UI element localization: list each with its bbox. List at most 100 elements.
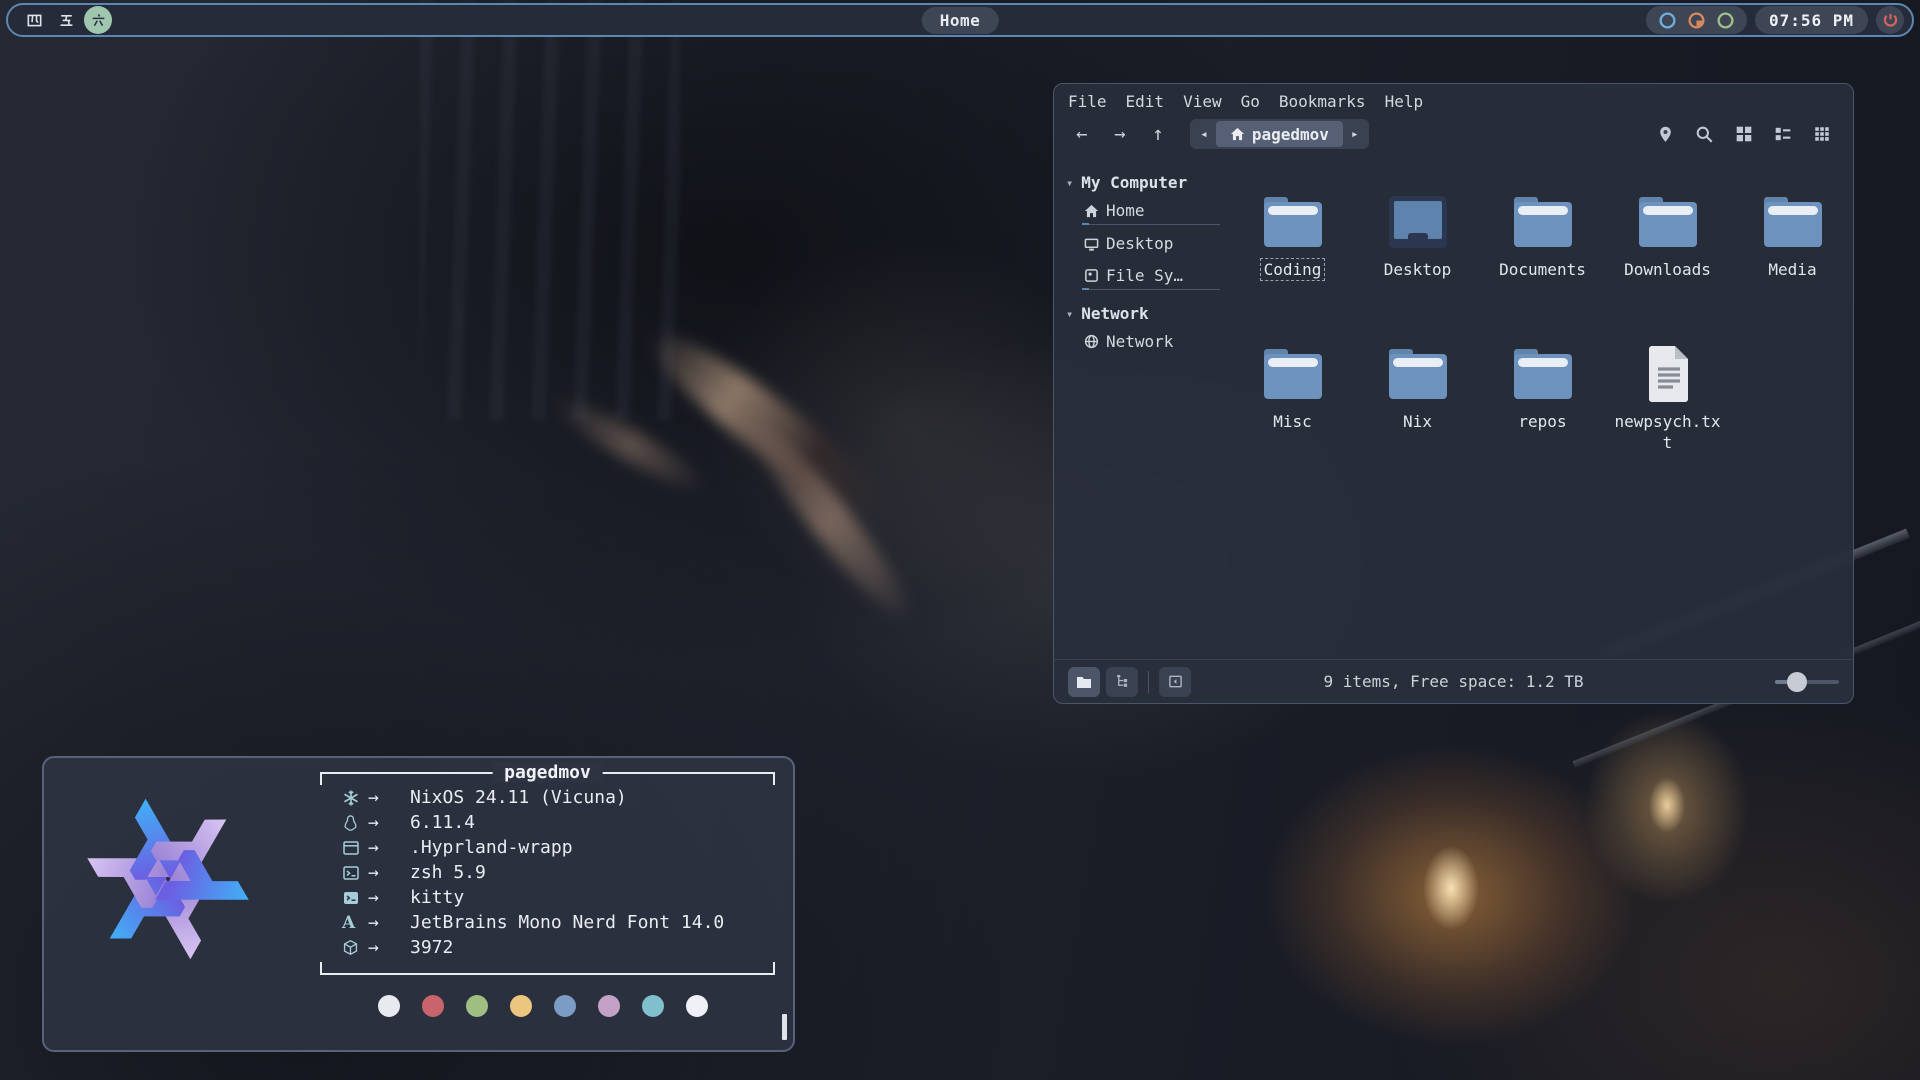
- file-item-documents[interactable]: Documents: [1484, 193, 1602, 345]
- sidebar-item-home[interactable]: Home: [1084, 201, 1220, 225]
- kernel-value: 6.11.4: [410, 812, 475, 833]
- menu-file[interactable]: File: [1068, 92, 1107, 111]
- menu-edit[interactable]: Edit: [1126, 92, 1165, 111]
- zoom-slider[interactable]: [1775, 680, 1839, 684]
- folder-icon: [1261, 193, 1325, 251]
- home-icon: [1230, 127, 1245, 141]
- menu-view[interactable]: View: [1183, 92, 1222, 111]
- tree-view-button[interactable]: [1106, 667, 1138, 697]
- folder-icon: [1511, 193, 1575, 251]
- palette-dot: [686, 995, 708, 1017]
- compact-view-icon[interactable]: [1813, 125, 1831, 143]
- sidebar-item-desktop[interactable]: Desktop: [1084, 234, 1220, 257]
- back-button[interactable]: ←: [1070, 123, 1094, 145]
- palette-dot: [554, 995, 576, 1017]
- terminal-color-palette: [378, 995, 708, 1017]
- menu-go[interactable]: Go: [1241, 92, 1260, 111]
- palette-dot: [642, 995, 664, 1017]
- fetch-row-os: → NixOS 24.11 (Vicuna): [320, 785, 775, 810]
- path-scroll-left-button[interactable]: ◂: [1192, 127, 1216, 142]
- fetch-row-kernel: → 6.11.4: [320, 810, 775, 835]
- file-item-nix[interactable]: Nix: [1359, 345, 1477, 497]
- workspace-4[interactable]: [20, 6, 48, 34]
- file-icon-view: Coding Desktop Documents: [1220, 157, 1855, 659]
- top-bar: Home 07:56 PM: [6, 3, 1914, 37]
- icon-view-icon[interactable]: [1735, 125, 1753, 143]
- packages-value: 3972: [410, 937, 453, 958]
- menu-help[interactable]: Help: [1385, 92, 1424, 111]
- file-label: newpsych.txt: [1610, 410, 1726, 454]
- folder-icon: [1761, 193, 1825, 251]
- file-item-downloads[interactable]: Downloads: [1609, 193, 1727, 345]
- fetch-row-terminal: → kitty: [320, 885, 775, 910]
- fetch-box-bottom-border: [320, 962, 775, 975]
- sidebar-item-file-system[interactable]: File Sy…: [1084, 266, 1220, 290]
- home-icon: [1084, 204, 1099, 218]
- file-label: Coding: [1260, 258, 1326, 281]
- text-file-icon: [1645, 345, 1691, 403]
- status-bar: 9 items, Free space: 1.2 TB: [1054, 659, 1853, 703]
- file-label: Documents: [1495, 258, 1590, 281]
- fetch-row-font: A → JetBrains Mono Nerd Font 14.0: [320, 910, 775, 935]
- file-item-misc[interactable]: Misc: [1234, 345, 1352, 497]
- menu-bookmarks[interactable]: Bookmarks: [1279, 92, 1366, 111]
- tray-record-icon[interactable]: [1687, 11, 1706, 30]
- power-button[interactable]: [1876, 6, 1904, 34]
- palette-dot: [510, 995, 532, 1017]
- fetch-hostname: pagedmov: [492, 762, 603, 783]
- arrow-glyph: →: [368, 837, 410, 858]
- drive-icon: [1084, 268, 1099, 283]
- forward-button[interactable]: →: [1108, 123, 1132, 145]
- sidebar-item-label: File Sy…: [1106, 266, 1183, 285]
- tray-green-ring-icon[interactable]: [1716, 11, 1735, 30]
- location-pin-icon[interactable]: [1657, 125, 1674, 144]
- slider-handle[interactable]: [1787, 672, 1807, 692]
- search-icon[interactable]: [1695, 125, 1714, 144]
- workspace-5[interactable]: [52, 6, 80, 34]
- file-label: Nix: [1399, 410, 1436, 433]
- font-letter-icon: A: [342, 913, 368, 933]
- sidebar-item-label: Network: [1106, 332, 1173, 351]
- palette-dot: [422, 995, 444, 1017]
- font-value: JetBrains Mono Nerd Font 14.0: [410, 912, 724, 933]
- collapse-caret-icon[interactable]: ▾: [1066, 176, 1073, 190]
- path-segment-home[interactable]: pagedmov: [1216, 121, 1343, 147]
- file-item-coding[interactable]: Coding: [1234, 193, 1352, 345]
- sidebar-item-label: Desktop: [1106, 234, 1173, 253]
- palette-dot: [378, 995, 400, 1017]
- file-item-desktop[interactable]: Desktop: [1359, 193, 1477, 345]
- statusbar-separator: [1148, 671, 1149, 693]
- window-manager-icon: [342, 839, 368, 857]
- sidebar-item-network[interactable]: Network: [1084, 332, 1220, 355]
- power-icon: [1882, 12, 1899, 29]
- terminal-cursor: [782, 1014, 787, 1040]
- sidebar-group-network[interactable]: ▾ Network: [1066, 304, 1220, 323]
- wm-value: .Hyprland-wrapp: [410, 837, 573, 858]
- file-item-media[interactable]: Media: [1734, 193, 1852, 345]
- folder-icon: [1386, 345, 1450, 403]
- tray-blue-ring-icon[interactable]: [1658, 11, 1677, 30]
- file-item-repos[interactable]: repos: [1484, 345, 1602, 497]
- list-view-icon[interactable]: [1774, 125, 1792, 143]
- kanji-four-glyph: [26, 12, 43, 29]
- file-manager-window: File Edit View Go Bookmarks Help ← → ↑ ◂…: [1053, 83, 1854, 704]
- terminal-window[interactable]: pagedmov → NixOS 24.11 (Vicuna) → 6: [42, 756, 795, 1052]
- active-window-title: Home: [922, 7, 999, 34]
- places-sidebar: ▾ My Computer Home Desktop File Sy…: [1054, 157, 1220, 659]
- icon-view-mode-button[interactable]: [1068, 667, 1100, 697]
- kanji-five-glyph: [58, 12, 75, 29]
- sidebar-group-my-computer[interactable]: ▾ My Computer: [1066, 173, 1220, 192]
- up-button[interactable]: ↑: [1146, 123, 1170, 145]
- arrow-glyph: →: [368, 937, 410, 958]
- arrow-glyph: →: [368, 862, 410, 883]
- shell-prompt-icon: [342, 864, 368, 882]
- file-label: Media: [1764, 258, 1820, 281]
- workspace-6-active[interactable]: [84, 6, 112, 34]
- workspace-switcher: [16, 6, 112, 34]
- file-label: Desktop: [1380, 258, 1455, 281]
- palette-dot: [466, 995, 488, 1017]
- collapse-caret-icon[interactable]: ▾: [1066, 307, 1073, 321]
- file-item-newpsych-txt[interactable]: newpsych.txt: [1609, 345, 1727, 497]
- path-scroll-right-button[interactable]: ▸: [1343, 127, 1367, 142]
- toggle-side-panel-button[interactable]: [1159, 667, 1191, 697]
